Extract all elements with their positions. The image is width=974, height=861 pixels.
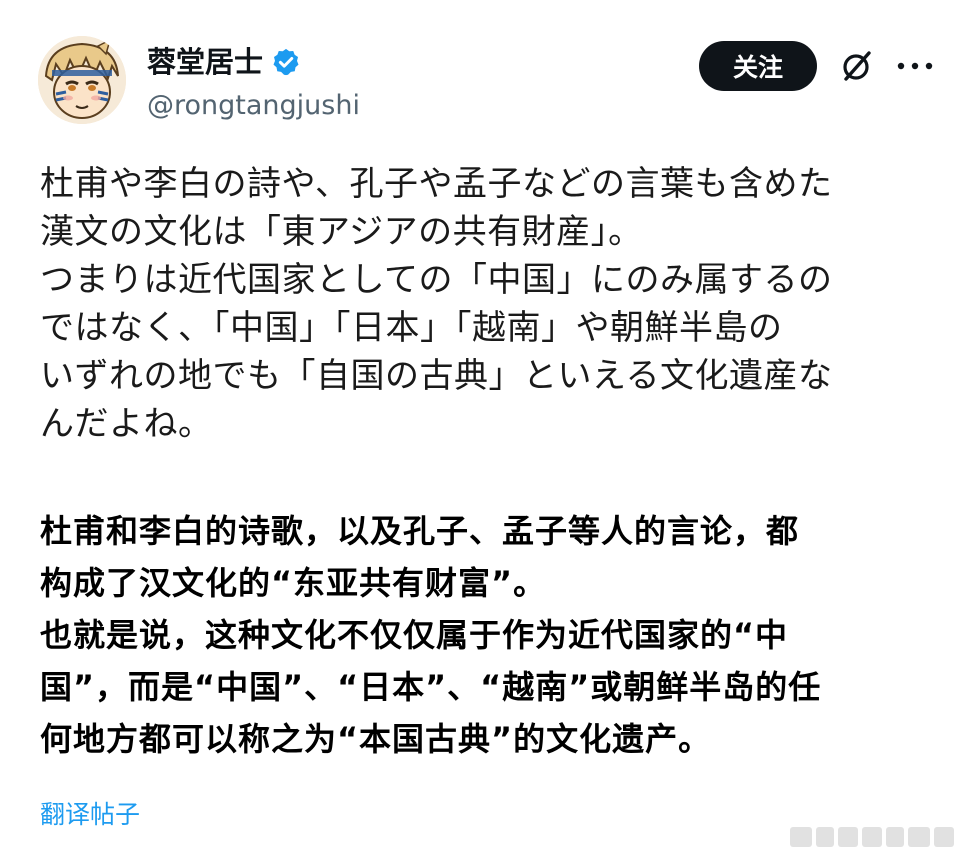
text-line: 漢文の文化は「東アジアの共有財産」。 (40, 212, 643, 252)
text-line: 杜甫和李白的诗歌，以及孔子、孟子等人的言论，都 (40, 512, 800, 550)
grok-icon[interactable] (838, 47, 876, 85)
post-text-chinese: 杜甫和李白的诗歌，以及孔子、孟子等人的言论，都 构成了汉文化的“东亚共有财富”。… (40, 505, 940, 765)
text-line: つまりは近代国家としての「中国」にのみ属するの (40, 260, 833, 300)
text-line: いずれの地でも「自国の古典」といえる文化遺産な (40, 356, 833, 396)
text-line: 何地方都可以称之为“本国古典”的文化遗产。 (40, 720, 712, 758)
author-name[interactable]: 蓉堂居士 (147, 44, 263, 80)
verified-badge-icon (273, 48, 299, 76)
avatar-image (38, 36, 126, 124)
more-dots-icon[interactable] (895, 58, 935, 74)
post-text-japanese: 杜甫や李白の詩や、孔子や孟子などの言葉も含めた 漢文の文化は「東アジアの共有財産… (40, 160, 940, 448)
author-handle[interactable]: @rongtangjushi (147, 88, 360, 124)
text-line: ではなく、「中国」「日本」「越南」や朝鮮半島の (40, 308, 783, 348)
watermark (790, 823, 954, 851)
text-line: 国”，而是“中国”、“日本”、“越南”或朝鲜半岛的任 (40, 668, 822, 706)
text-line: 构成了汉文化的“东亚共有财富”。 (40, 564, 547, 602)
follow-button[interactable]: 关注 (699, 41, 817, 91)
text-line: 杜甫や李白の詩や、孔子や孟子などの言葉も含めた (40, 164, 833, 204)
translate-post-link[interactable]: 翻译帖子 (40, 797, 140, 833)
post-card: 蓉堂居士 @rongtangjushi 关注 杜甫や李白の詩や、孔子や孟子などの… (0, 0, 974, 861)
author-name-row[interactable]: 蓉堂居士 (147, 44, 301, 80)
text-line: 也就是说，这种文化不仅仅属于作为近代国家的“中 (40, 616, 789, 654)
avatar[interactable] (38, 36, 126, 124)
text-line: んだよね。 (40, 404, 213, 444)
